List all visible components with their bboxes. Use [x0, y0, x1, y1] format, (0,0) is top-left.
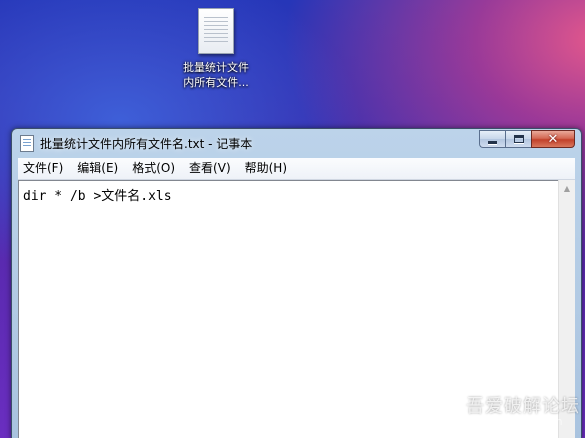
menu-edit[interactable]: 编辑(E): [70, 158, 125, 179]
menu-format[interactable]: 格式(O): [125, 158, 182, 179]
menu-view[interactable]: 查看(V): [182, 158, 238, 179]
scroll-up-icon[interactable]: ▲: [559, 180, 575, 196]
notepad-icon[interactable]: [20, 135, 34, 152]
close-button[interactable]: ✕: [531, 130, 575, 148]
title-bar[interactable]: 批量统计文件内所有文件名.txt - 记事本 ✕: [12, 129, 581, 157]
caption-line-2: 内所有文件...: [183, 76, 249, 89]
desktop: 批量统计文件 内所有文件... 批量统计文件内所有文件名.txt - 记事本 ✕…: [0, 0, 585, 438]
caption-line-1: 批量统计文件: [183, 61, 249, 74]
text-file-icon: [198, 8, 234, 54]
maximize-icon: [513, 135, 524, 143]
menu-help[interactable]: 帮助(H): [238, 158, 294, 179]
menu-file[interactable]: 文件(F): [18, 158, 70, 179]
watermark-url: www.52pojie.cn: [476, 415, 563, 428]
minimize-icon: [488, 141, 497, 144]
desktop-file-shortcut[interactable]: 批量统计文件 内所有文件...: [168, 8, 264, 90]
maximize-button[interactable]: [505, 130, 531, 148]
menu-bar: 文件(F) 编辑(E) 格式(O) 查看(V) 帮助(H): [18, 158, 575, 180]
window-title: 批量统计文件内所有文件名.txt - 记事本: [40, 137, 253, 151]
caption-buttons: ✕: [479, 130, 575, 148]
desktop-file-caption: 批量统计文件 内所有文件...: [168, 60, 264, 90]
minimize-button[interactable]: [479, 130, 505, 148]
close-icon: ✕: [547, 131, 559, 147]
